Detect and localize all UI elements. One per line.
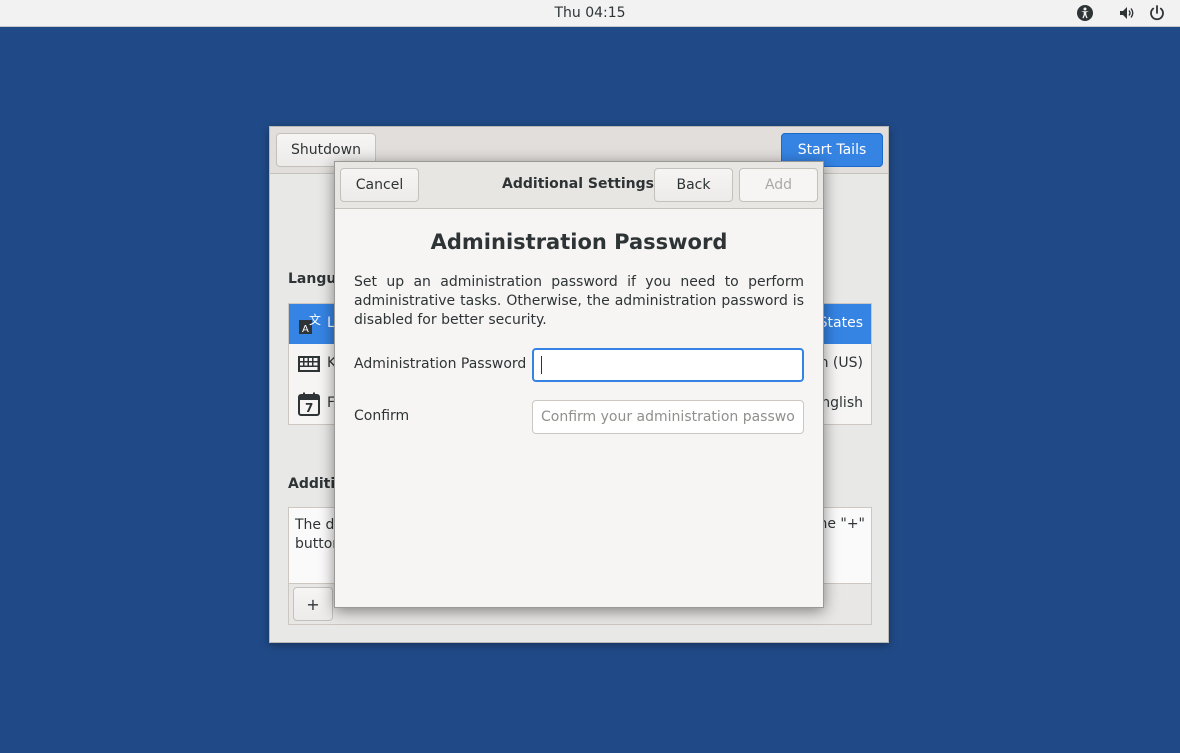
- password-input[interactable]: [532, 348, 804, 382]
- cancel-button[interactable]: Cancel: [340, 168, 419, 202]
- add-setting-button[interactable]: +: [293, 587, 333, 621]
- keyboard-icon: [297, 352, 321, 376]
- password-label: Administration Password: [354, 356, 527, 372]
- additional-text-right: he "+": [818, 516, 865, 532]
- language-row-value: States: [818, 315, 863, 331]
- dialog-header: Cancel Additional Settings Back Add: [335, 162, 823, 209]
- dialog-title: Additional Settings: [502, 176, 654, 192]
- svg-text:A: A: [302, 324, 309, 335]
- page-title: Administration Password: [430, 230, 728, 254]
- keyboard-row-value: h (US): [819, 355, 863, 371]
- svg-text:文: 文: [309, 312, 321, 327]
- language-icon: A文: [297, 312, 321, 336]
- confirm-password-input[interactable]: [532, 400, 804, 434]
- power-icon[interactable]: [1148, 4, 1166, 22]
- back-button[interactable]: Back: [654, 168, 733, 202]
- description-text: Set up an administration password if you…: [354, 274, 804, 328]
- accessibility-icon[interactable]: [1076, 4, 1094, 22]
- volume-icon[interactable]: [1118, 4, 1136, 22]
- clock[interactable]: Thu 04:15: [0, 5, 1180, 21]
- calendar-icon: 7: [297, 392, 321, 416]
- top-bar: Thu 04:15: [0, 0, 1180, 27]
- text-caret: [541, 356, 542, 374]
- formats-row-value: nglish: [821, 395, 863, 411]
- confirm-label: Confirm: [354, 408, 410, 424]
- add-button[interactable]: Add: [739, 168, 818, 202]
- svg-text:7: 7: [305, 401, 313, 415]
- additional-settings-dialog: Cancel Additional Settings Back Add Admi…: [334, 161, 824, 608]
